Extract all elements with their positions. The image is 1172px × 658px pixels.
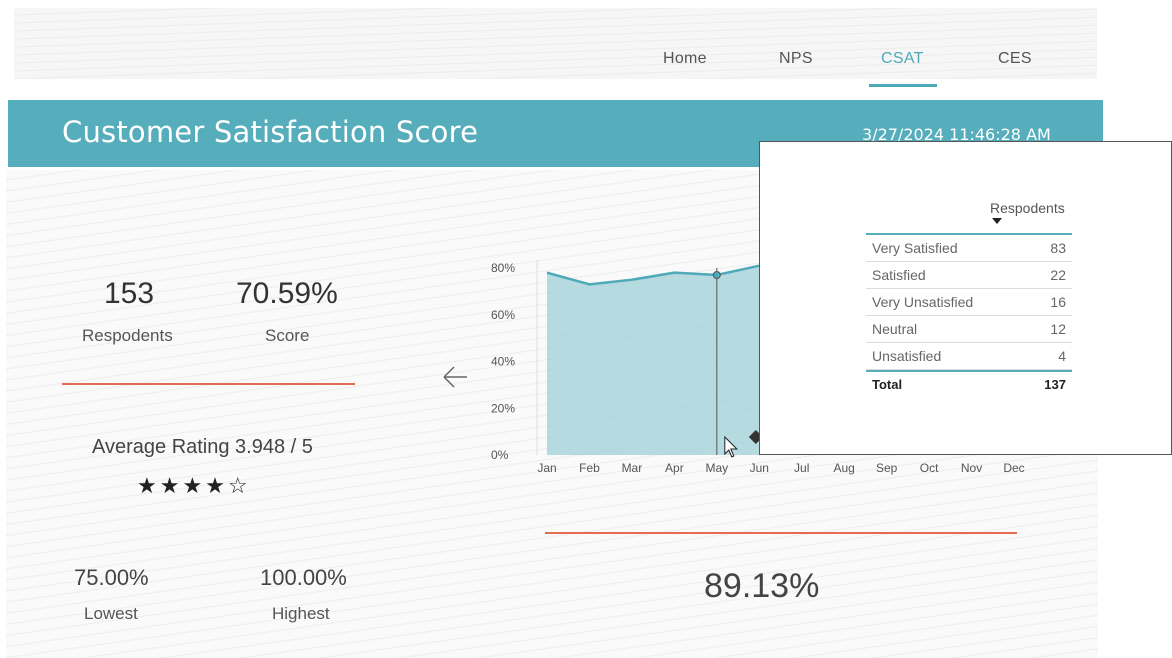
table-row: Very Satisfied 83 bbox=[866, 235, 1072, 262]
table-row: Satisfied 22 bbox=[866, 262, 1072, 289]
score-label: Score bbox=[265, 326, 310, 345]
overall-score-value: 89.13% bbox=[704, 567, 820, 605]
y-tick-label: 20% bbox=[491, 401, 515, 415]
row-value: 4 bbox=[1058, 348, 1066, 364]
y-tick-label: 80% bbox=[491, 261, 515, 275]
lowest-label: Lowest bbox=[84, 604, 138, 623]
nav-home[interactable]: Home bbox=[663, 50, 707, 68]
y-tick-label: 0% bbox=[491, 448, 509, 462]
x-tick-label: Jun bbox=[750, 461, 769, 475]
total-value: 137 bbox=[1044, 377, 1066, 392]
table-row: Neutral 12 bbox=[866, 316, 1072, 343]
kpi-divider bbox=[62, 383, 355, 385]
x-tick-label: Jul bbox=[794, 461, 809, 475]
lowest-value: 75.00% bbox=[74, 565, 149, 590]
highest-value: 100.00% bbox=[260, 565, 347, 590]
table-row: Very Unsatisfied 16 bbox=[866, 289, 1072, 316]
highest-label: Highest bbox=[272, 604, 330, 623]
x-tick-label: Jan bbox=[537, 461, 556, 475]
y-tick-label: 60% bbox=[491, 308, 515, 322]
nav-nps[interactable]: NPS bbox=[779, 50, 813, 68]
active-tab-underline bbox=[869, 84, 937, 87]
sort-descending-icon[interactable] bbox=[992, 218, 1002, 224]
nav-csat[interactable]: CSAT bbox=[881, 50, 924, 68]
average-rating: Average Rating 3.948 / 5 bbox=[92, 436, 313, 458]
x-tick-label: Mar bbox=[622, 461, 643, 475]
top-navigation bbox=[14, 8, 1097, 79]
area-fill bbox=[547, 265, 760, 455]
row-label: Very Satisfied bbox=[872, 240, 958, 256]
x-tick-label: May bbox=[705, 461, 728, 475]
row-label: Satisfied bbox=[872, 267, 926, 283]
x-tick-label: Apr bbox=[665, 461, 684, 475]
score-value: 70.59% bbox=[236, 277, 338, 310]
hover-point bbox=[712, 271, 721, 280]
respondents-tooltip: Respodents Very Satisfied 83 Satisfied 2… bbox=[759, 141, 1172, 455]
x-tick-label: Nov bbox=[961, 461, 982, 475]
back-arrow-icon[interactable] bbox=[440, 362, 470, 392]
x-tick-label: Oct bbox=[920, 461, 939, 475]
total-label: Total bbox=[872, 377, 903, 392]
row-label: Very Unsatisfied bbox=[872, 294, 974, 310]
row-value: 12 bbox=[1050, 321, 1066, 337]
respondents-value: 153 bbox=[104, 277, 155, 310]
row-label: Neutral bbox=[872, 321, 918, 337]
y-tick-label: 40% bbox=[491, 355, 515, 369]
x-tick-label: Dec bbox=[1003, 461, 1024, 475]
x-tick-label: Aug bbox=[834, 461, 855, 475]
tooltip-table: Very Satisfied 83 Satisfied 22 Very Unsa… bbox=[866, 233, 1072, 398]
x-tick-label: Feb bbox=[579, 461, 600, 475]
table-row: Unsatisfied 4 bbox=[866, 343, 1072, 370]
rating-stars: ★★★★☆ bbox=[137, 474, 251, 499]
respondents-label: Respodents bbox=[82, 326, 173, 345]
chart-divider bbox=[545, 532, 1017, 534]
tooltip-column-header[interactable]: Respodents bbox=[990, 200, 1065, 216]
page-title: Customer Satisfaction Score bbox=[62, 115, 479, 149]
x-tick-label: Sep bbox=[876, 461, 898, 475]
row-label: Unsatisfied bbox=[872, 348, 942, 364]
row-value: 16 bbox=[1050, 294, 1066, 310]
nav-ces[interactable]: CES bbox=[998, 50, 1032, 68]
row-value: 83 bbox=[1050, 240, 1066, 256]
table-total-row: Total 137 bbox=[866, 370, 1072, 398]
row-value: 22 bbox=[1050, 267, 1066, 283]
